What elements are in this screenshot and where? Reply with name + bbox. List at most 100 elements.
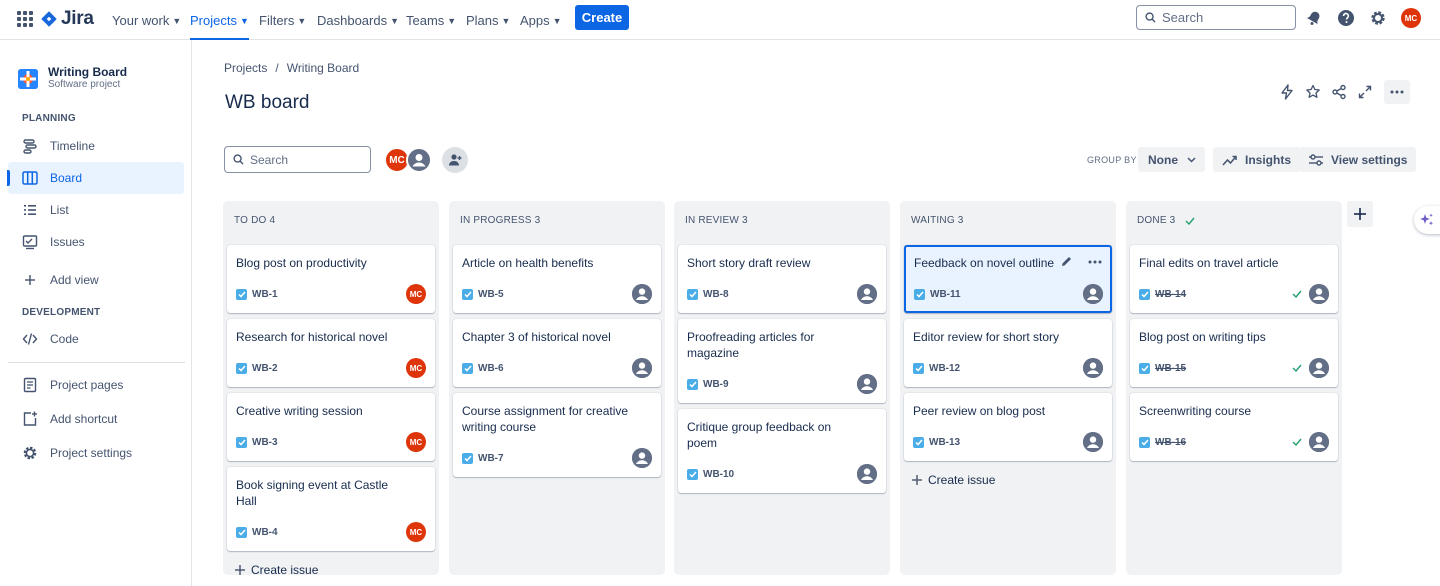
unassigned-avatar-icon[interactable] [1309, 432, 1329, 452]
column-title: IN PROGRESS 3 [460, 215, 541, 226]
unassigned-avatar-icon[interactable] [406, 147, 432, 173]
issue-card[interactable]: Blog post on productivity WB-1 MC [227, 245, 435, 313]
chevron-down-icon: ▼ [390, 15, 400, 26]
nav-dashboards[interactable]: Dashboards ▼ [317, 0, 399, 40]
insights-button[interactable]: Insights [1213, 147, 1301, 172]
task-type-icon [462, 362, 473, 374]
column-cards: Feedback on novel outline WB-11 Editor r… [904, 245, 1112, 493]
sidebar-item-issues[interactable]: Issues [8, 226, 184, 258]
unassigned-avatar-icon[interactable] [857, 464, 877, 484]
issue-card[interactable]: Chapter 3 of historical novel WB-6 [453, 319, 661, 387]
sliders-icon [1309, 153, 1323, 166]
column-title: DONE 3 [1137, 215, 1176, 226]
issue-card[interactable]: Blog post on writing tips WB-15 [1130, 319, 1338, 387]
issue-card[interactable]: Book signing event at Castle Hall WB-4 M… [227, 467, 435, 551]
ai-assistant-sparkle-icon[interactable] [1414, 206, 1440, 234]
nav-teams[interactable]: Teams ▼ [406, 0, 456, 40]
sidebar-item-add-view[interactable]: Add view [8, 264, 184, 296]
sidebar-item-project-settings[interactable]: Project settings [8, 437, 184, 469]
project-name: Writing Board [48, 65, 128, 79]
automation-lightning-icon[interactable] [1274, 80, 1300, 104]
sidebar-item-code[interactable]: Code [8, 323, 184, 355]
unassigned-avatar-icon[interactable] [1309, 284, 1329, 304]
view-settings-button[interactable]: View settings [1299, 147, 1417, 172]
add-column-button[interactable] [1347, 201, 1373, 227]
nav-plans[interactable]: Plans ▼ [466, 0, 510, 40]
jira-logo[interactable]: Jira [41, 8, 94, 30]
create-issue-button[interactable]: Create issue [227, 557, 435, 583]
page-title: WB board [225, 92, 310, 113]
breadcrumb-projects[interactable]: Projects [224, 61, 267, 75]
chevron-down-icon: ▼ [297, 15, 307, 26]
sidebar-item-board[interactable]: Board [7, 162, 184, 194]
issue-card[interactable]: Short story draft review WB-8 [678, 245, 886, 313]
unassigned-avatar-icon[interactable] [632, 448, 652, 468]
issue-card[interactable]: Course assignment for creative writing c… [453, 393, 661, 477]
issue-card[interactable]: Article on health benefits WB-5 [453, 245, 661, 313]
expand-icon[interactable] [1352, 80, 1378, 104]
group-by-select[interactable]: None [1138, 147, 1205, 172]
nav-apps[interactable]: Apps ▼ [520, 0, 562, 40]
issue-card[interactable]: Editor review for short story WB-12 [904, 319, 1112, 387]
sidebar-item-add-shortcut[interactable]: Add shortcut [8, 403, 184, 435]
add-people-icon[interactable] [442, 147, 468, 173]
code-icon [22, 331, 38, 347]
board-header-actions [1274, 80, 1410, 104]
column-header: WAITING 3 [911, 215, 964, 226]
global-search-input[interactable]: Search [1136, 5, 1296, 30]
settings-gear-icon[interactable] [1368, 8, 1388, 28]
unassigned-avatar-icon[interactable] [857, 374, 877, 394]
breadcrumb-project[interactable]: Writing Board [287, 61, 359, 75]
pencil-edit-icon[interactable] [1061, 256, 1072, 267]
sidebar-item-list[interactable]: List [8, 194, 184, 226]
board-search-input[interactable]: Search [224, 146, 371, 173]
project-header[interactable]: Writing Board Software project [18, 66, 127, 91]
unassigned-avatar-icon[interactable] [1083, 284, 1103, 304]
unassigned-avatar-icon[interactable] [1309, 358, 1329, 378]
column-title: WAITING 3 [911, 215, 964, 226]
issue-card[interactable]: Research for historical novel WB-2 MC [227, 319, 435, 387]
task-type-icon [1139, 362, 1150, 374]
nav-projects[interactable]: Projects ▼ [190, 0, 249, 40]
issue-card[interactable]: Final edits on travel article WB-14 [1130, 245, 1338, 313]
insights-label: Insights [1245, 152, 1292, 167]
unassigned-avatar-icon[interactable] [857, 284, 877, 304]
share-icon[interactable] [1326, 80, 1352, 104]
nav-filters[interactable]: Filters ▼ [259, 0, 306, 40]
create-issue-button[interactable]: Create issue [904, 467, 1112, 493]
issue-card[interactable]: Critique group feedback on poem WB-10 [678, 409, 886, 493]
gear-icon [22, 445, 38, 461]
issue-card[interactable]: Screenwriting course WB-16 [1130, 393, 1338, 461]
user-avatar[interactable]: MC [1401, 8, 1421, 28]
sidebar-item-timeline[interactable]: Timeline [8, 130, 184, 162]
board-column-todo: TO DO 4 Blog post on productivity WB-1 M… [223, 201, 439, 577]
issue-card[interactable]: Peer review on blog post WB-13 [904, 393, 1112, 461]
issue-card[interactable]: Proofreading articles for magazine WB-9 [678, 319, 886, 403]
more-actions-icon[interactable] [1384, 80, 1410, 104]
unassigned-avatar-icon[interactable] [632, 284, 652, 304]
notifications-icon[interactable] [1304, 8, 1324, 28]
issue-key: WB-7 [478, 452, 504, 464]
unassigned-avatar-icon[interactable] [1083, 432, 1103, 452]
issue-title: Creative writing session [236, 404, 363, 418]
nav-label: Projects [190, 12, 237, 28]
assignee-avatar[interactable]: MC [406, 522, 426, 542]
assignee-avatar[interactable]: MC [406, 358, 426, 378]
app-switcher-icon[interactable] [17, 11, 33, 27]
sidebar-item-label: Project settings [50, 446, 133, 460]
assignee-avatar[interactable]: MC [406, 432, 426, 452]
sidebar-item-project-pages[interactable]: Project pages [8, 369, 184, 401]
assignee-avatar[interactable]: MC [406, 284, 426, 304]
board-column-in-review: IN REVIEW 3 Short story draft review WB-… [674, 201, 890, 575]
issue-card-selected[interactable]: Feedback on novel outline WB-11 [904, 245, 1112, 313]
issue-card[interactable]: Creative writing session WB-3 MC [227, 393, 435, 461]
star-icon[interactable] [1300, 80, 1326, 104]
done-check-icon [1185, 217, 1195, 225]
more-actions-icon[interactable] [1088, 260, 1102, 264]
create-button[interactable]: Create [575, 5, 629, 30]
nav-your-work[interactable]: Your work ▼ [112, 0, 181, 40]
unassigned-avatar-icon[interactable] [632, 358, 652, 378]
help-icon[interactable] [1336, 8, 1356, 28]
task-type-icon [236, 288, 247, 300]
unassigned-avatar-icon[interactable] [1083, 358, 1103, 378]
